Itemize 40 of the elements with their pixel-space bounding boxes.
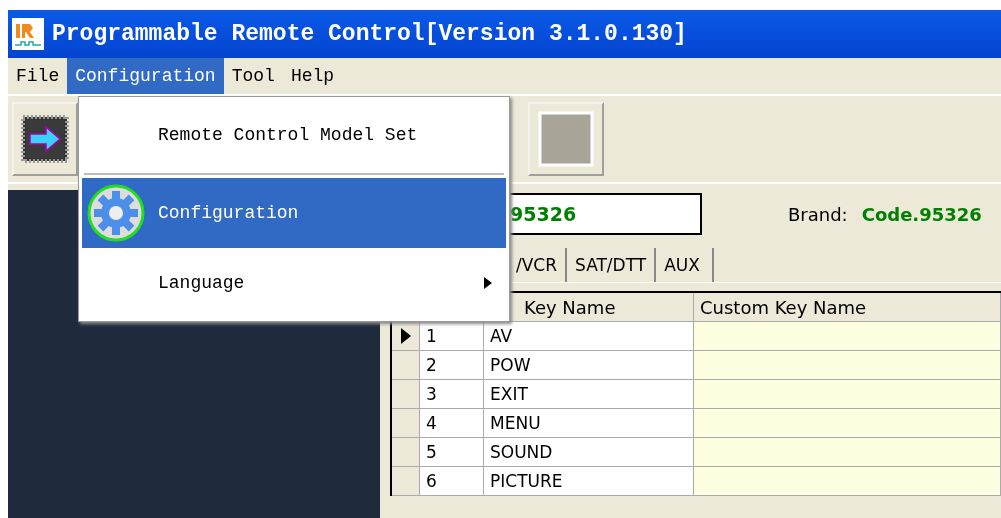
stop-button[interactable] <box>528 102 604 176</box>
custom-key-name-cell[interactable] <box>694 322 1001 351</box>
custom-key-name-cell[interactable] <box>694 409 1001 438</box>
app-logo-icon <box>12 18 44 50</box>
table-cell: 5 <box>420 438 484 467</box>
table-cell: 1 <box>420 322 484 351</box>
row-pointer-icon <box>400 328 411 344</box>
custom-key-name-cell[interactable] <box>694 467 1001 496</box>
brand-value: Code.95326 <box>861 203 982 225</box>
table-cell: AV <box>484 322 694 351</box>
table-cell: POW <box>484 351 694 380</box>
menu-item[interactable]: Configuration <box>67 58 224 94</box>
upload-button[interactable] <box>12 102 78 176</box>
table-cell: MENU <box>484 409 694 438</box>
table-cell: 6 <box>420 467 484 496</box>
table-cell: EXIT <box>484 380 694 409</box>
row-header-cell[interactable] <box>392 322 420 351</box>
row-header-cell[interactable] <box>392 438 420 467</box>
menu-item[interactable]: Tool <box>223 58 283 94</box>
row-header-cell[interactable] <box>392 351 420 380</box>
gear-icon <box>86 183 146 243</box>
table-cell: 4 <box>420 409 484 438</box>
menu-item[interactable]: File <box>8 58 68 94</box>
custom-key-name-cell[interactable] <box>694 380 1001 409</box>
window-title: Programmable Remote Control[Version 3.1.0.130] <box>52 21 687 47</box>
row-header-cell[interactable] <box>392 467 420 496</box>
column-header: Custom Key Name <box>694 293 1001 322</box>
square-icon <box>538 111 594 167</box>
menu-option[interactable]: Configuration <box>82 178 506 248</box>
table-cell: SOUND <box>484 438 694 467</box>
menu-item[interactable]: Help <box>282 58 343 94</box>
submenu-arrow-icon <box>484 277 492 289</box>
custom-key-name-cell[interactable] <box>694 351 1001 380</box>
table-cell: 3 <box>420 380 484 409</box>
row-header-cell[interactable] <box>392 380 420 409</box>
custom-key-name-cell[interactable] <box>694 438 1001 467</box>
brand-label: Brand: <box>788 203 848 225</box>
table-cell: PICTURE <box>484 467 694 496</box>
table-cell: 2 <box>420 351 484 380</box>
row-header-cell[interactable] <box>392 409 420 438</box>
